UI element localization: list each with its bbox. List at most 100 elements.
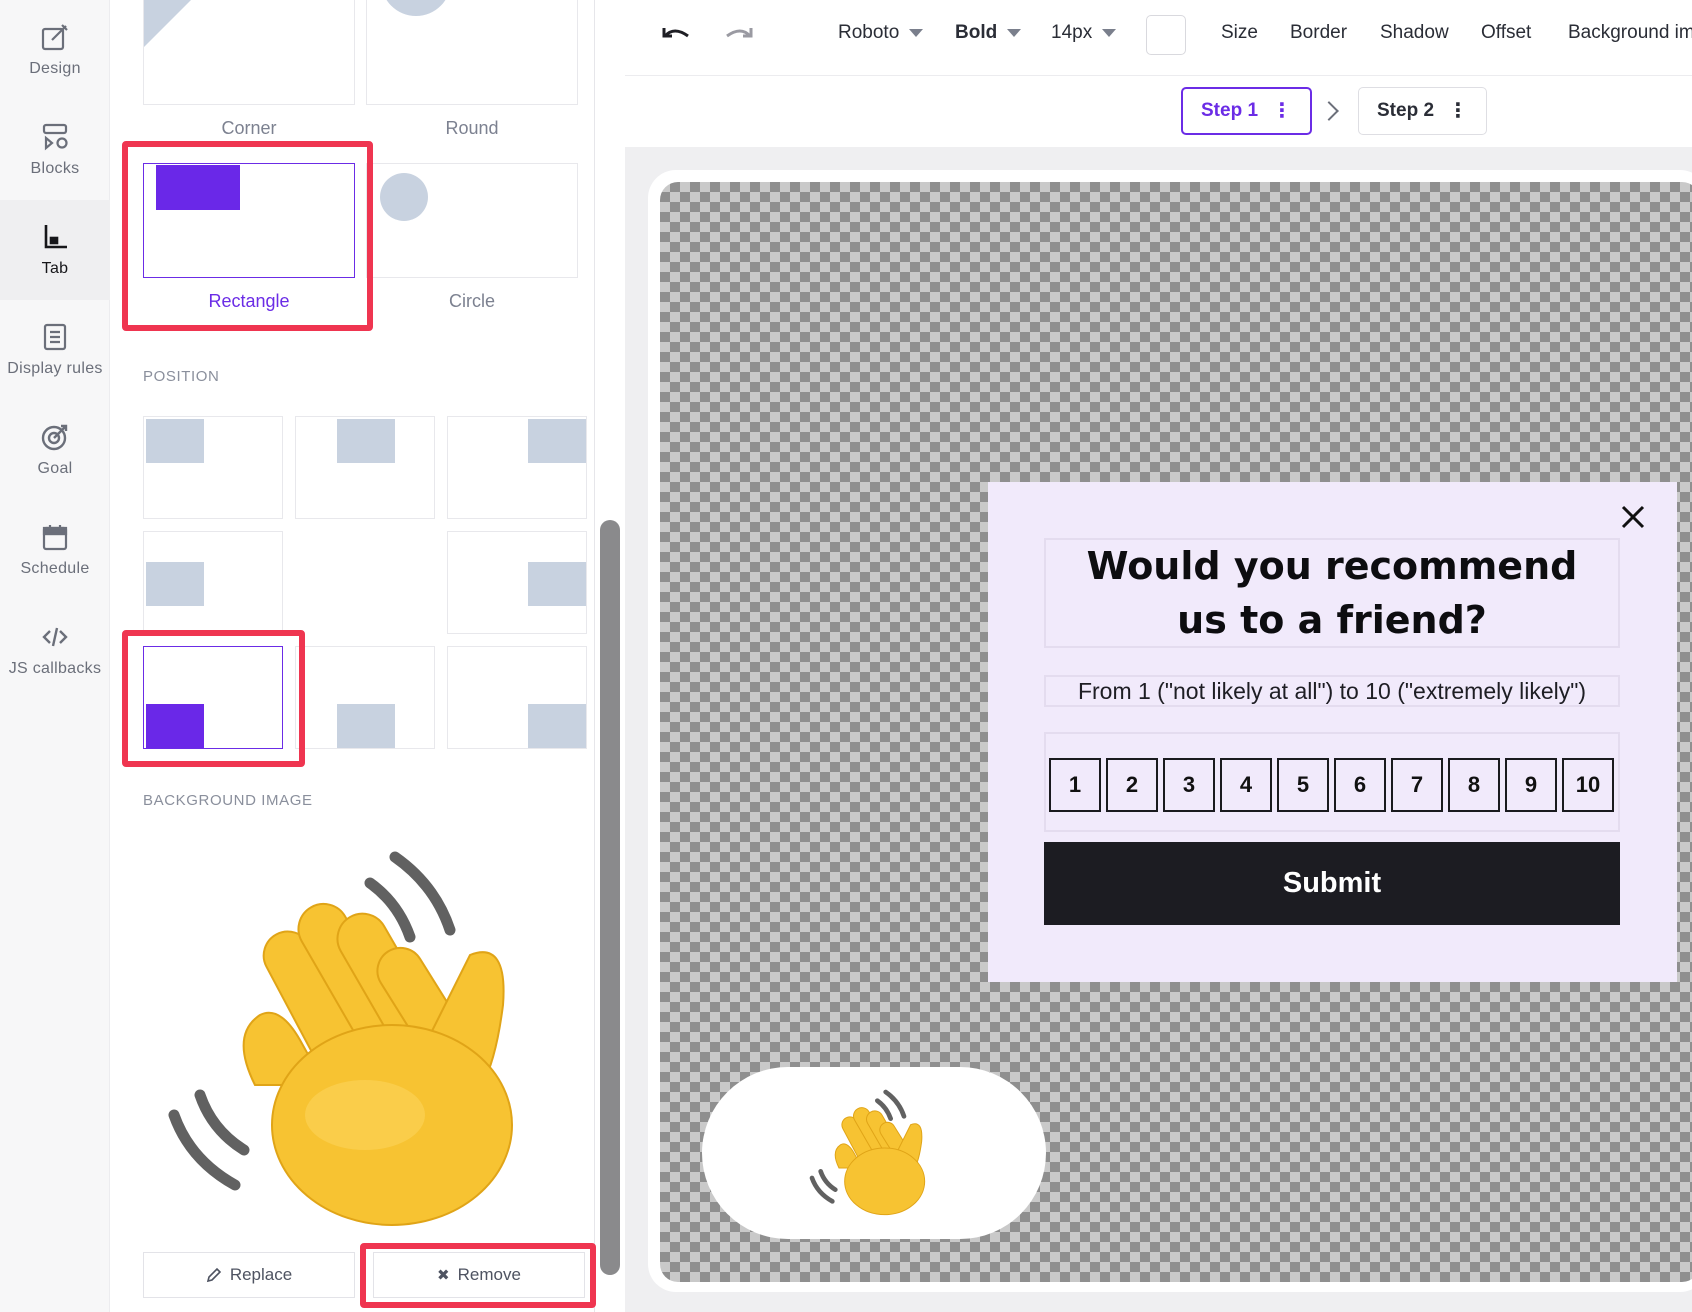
rating-option-7[interactable]: 7 xyxy=(1391,758,1443,812)
left-nav-rail: Design Blocks Tab Display rules Goal Sch… xyxy=(0,0,110,1312)
pencil-icon xyxy=(206,1267,221,1283)
position-preview xyxy=(146,562,204,606)
corner-shape-preview xyxy=(144,0,200,47)
position-bottom-left[interactable] xyxy=(143,646,283,749)
nav-goal[interactable]: Goal xyxy=(0,400,110,500)
goal-icon xyxy=(41,424,68,451)
shape-label-round: Round xyxy=(445,118,499,138)
design-icon xyxy=(41,24,68,51)
font-family-value: Roboto xyxy=(838,22,900,43)
calendar-icon xyxy=(42,525,68,551)
position-top-center[interactable] xyxy=(295,416,435,519)
font-size-value: 14px xyxy=(1051,22,1093,43)
toolbar-background-image-button[interactable]: Background im xyxy=(1568,22,1692,44)
nav-tab-label: Tab xyxy=(41,260,69,277)
chevron-down-icon xyxy=(909,29,924,37)
replace-label: Replace xyxy=(229,1265,293,1284)
position-preview xyxy=(337,704,395,748)
redo-icon[interactable] xyxy=(723,22,755,48)
rating-scale: 1 2 3 4 5 6 7 8 9 10 xyxy=(1044,732,1620,832)
toolbar-offset-button[interactable]: Offset xyxy=(1481,22,1531,44)
step-2-tab[interactable]: Step 2 ⋮ xyxy=(1358,87,1488,135)
rating-option-10[interactable]: 10 xyxy=(1562,758,1614,812)
toolbar-shadow-button[interactable]: Shadow xyxy=(1380,22,1449,44)
round-shape-preview xyxy=(381,0,451,16)
position-bottom-center[interactable] xyxy=(295,646,435,749)
font-family-select[interactable]: Roboto xyxy=(838,22,924,44)
toolbar-size-button[interactable]: Size xyxy=(1221,22,1258,44)
rectangle-shape-preview xyxy=(156,165,240,210)
background-image-heading: BACKGROUND IMAGE xyxy=(143,792,313,809)
nav-display-rules[interactable]: Display rules xyxy=(0,300,110,400)
waving-hand-image xyxy=(168,851,513,1226)
position-preview xyxy=(528,704,586,748)
shape-label-rectangle: Rectangle xyxy=(208,291,290,311)
nav-design[interactable]: Design xyxy=(0,0,110,100)
nav-schedule[interactable]: Schedule xyxy=(0,500,110,600)
position-bottom-right[interactable] xyxy=(447,646,587,749)
nav-design-label: Design xyxy=(29,60,81,77)
question-heading[interactable]: Would you recommend us to a friend? xyxy=(1044,538,1620,648)
remove-label: Remove xyxy=(457,1265,521,1284)
tab-preview[interactable] xyxy=(702,1067,1046,1239)
submit-button[interactable]: Submit xyxy=(1044,842,1620,925)
nps-popup[interactable]: Would you recommend us to a friend? From… xyxy=(988,482,1677,982)
remove-image-button[interactable]: ✖ Remove xyxy=(373,1252,585,1298)
position-preview xyxy=(146,419,204,463)
shape-option-round[interactable] xyxy=(366,0,578,105)
rating-option-8[interactable]: 8 xyxy=(1448,758,1500,812)
nav-goal-label: Goal xyxy=(37,460,73,477)
shape-option-circle[interactable] xyxy=(366,163,578,278)
shape-option-corner[interactable] xyxy=(143,0,355,105)
shape-label-circle: Circle xyxy=(448,291,495,311)
question-line-1: Would you recommend xyxy=(1086,544,1578,588)
step-1-label: Step 1 xyxy=(1201,100,1259,121)
question-subtitle[interactable]: From 1 ("not likely at all") to 10 ("ext… xyxy=(1044,675,1620,707)
font-weight-value: Bold xyxy=(955,22,998,43)
shape-option-rectangle[interactable] xyxy=(143,163,355,278)
close-icon[interactable] xyxy=(1618,502,1648,532)
rating-option-2[interactable]: 2 xyxy=(1106,758,1158,812)
replace-image-button[interactable]: Replace xyxy=(143,1252,355,1298)
tab-icon xyxy=(44,225,67,249)
waving-hand-icon xyxy=(809,1089,926,1216)
panel-scrollbar[interactable] xyxy=(600,520,620,1275)
more-vertical-icon[interactable]: ⋮ xyxy=(1448,101,1468,121)
position-preview-selected xyxy=(146,704,204,748)
circle-shape-preview xyxy=(380,173,428,221)
position-middle-right[interactable] xyxy=(447,531,587,634)
toolbar-border-button[interactable]: Border xyxy=(1290,22,1347,44)
code-icon xyxy=(42,627,68,647)
more-vertical-icon[interactable]: ⋮ xyxy=(1272,101,1292,121)
undo-icon[interactable] xyxy=(660,22,692,48)
nav-js-callbacks[interactable]: JS callbacks xyxy=(0,600,110,700)
nav-blocks-label: Blocks xyxy=(30,160,80,177)
position-middle-left[interactable] xyxy=(143,531,283,634)
blocks-icon xyxy=(42,123,68,151)
step-1-tab[interactable]: Step 1 ⋮ xyxy=(1181,87,1313,135)
chevron-down-icon xyxy=(1007,29,1022,37)
rating-option-6[interactable]: 6 xyxy=(1334,758,1386,812)
rating-option-9[interactable]: 9 xyxy=(1505,758,1557,812)
display-rules-icon xyxy=(43,323,67,351)
nav-blocks[interactable]: Blocks xyxy=(0,100,110,200)
steps-bar xyxy=(625,77,1692,147)
nav-tab[interactable]: Tab xyxy=(0,200,110,300)
shape-label-corner: Corner xyxy=(221,118,277,138)
chevron-down-icon xyxy=(1102,29,1117,37)
text-color-swatch[interactable] xyxy=(1146,15,1186,55)
font-weight-select[interactable]: Bold xyxy=(955,22,1022,44)
nav-schedule-label: Schedule xyxy=(20,560,90,577)
rating-option-3[interactable]: 3 xyxy=(1163,758,1215,812)
position-top-right[interactable] xyxy=(447,416,587,519)
step-2-label: Step 2 xyxy=(1377,100,1435,121)
close-small-icon: ✖ xyxy=(437,1267,450,1284)
question-line-2: us to a friend? xyxy=(1177,598,1487,642)
nav-display-rules-label: Display rules xyxy=(7,360,103,377)
rating-option-4[interactable]: 4 xyxy=(1220,758,1272,812)
rating-option-5[interactable]: 5 xyxy=(1277,758,1329,812)
position-preview xyxy=(337,419,395,463)
position-top-left[interactable] xyxy=(143,416,283,519)
font-size-select[interactable]: 14px xyxy=(1051,22,1117,44)
rating-option-1[interactable]: 1 xyxy=(1049,758,1101,812)
